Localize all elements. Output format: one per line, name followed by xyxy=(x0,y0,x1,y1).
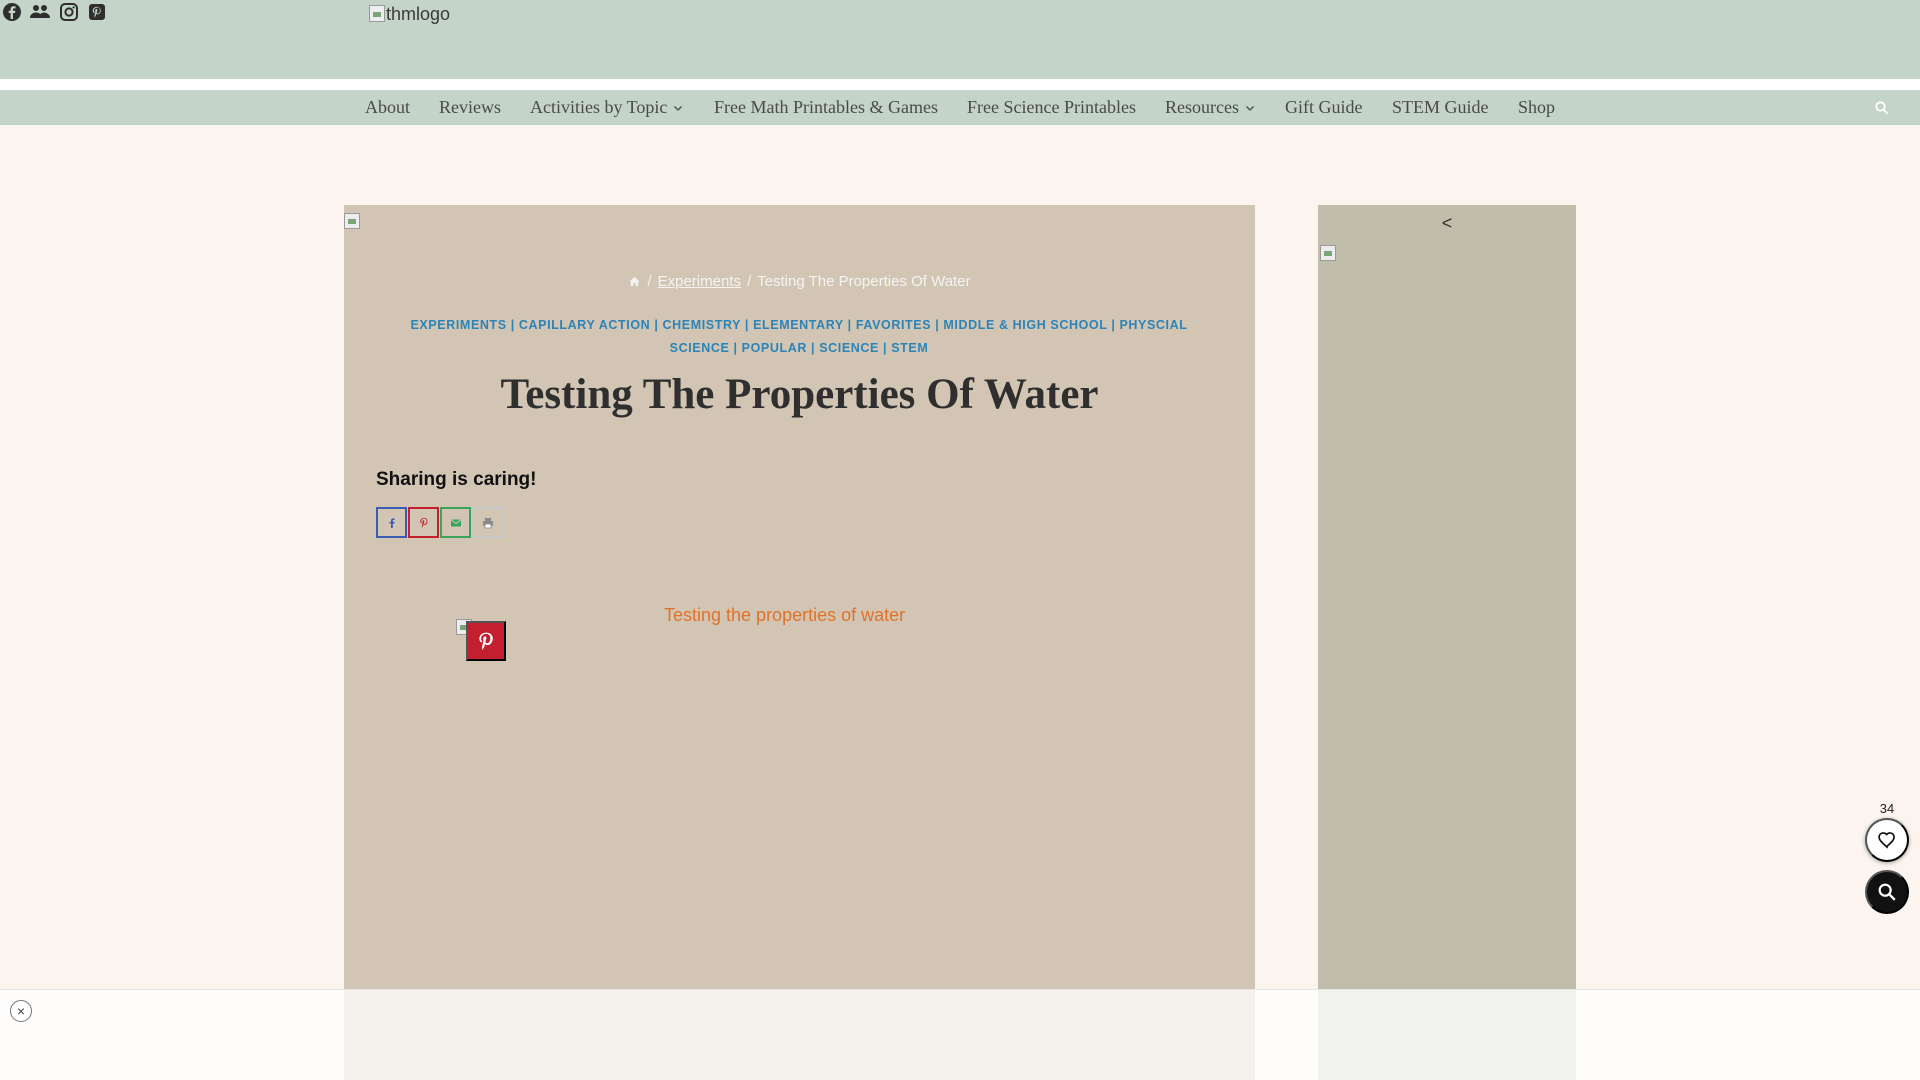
nav-item-label: Free Science Printables xyxy=(967,97,1136,117)
heart-icon xyxy=(1878,832,1895,849)
nav-item-label: About xyxy=(365,97,410,117)
nav-item-free-science-printables[interactable]: Free Science Printables xyxy=(967,90,1136,125)
nav-item-label: Resources xyxy=(1165,97,1239,117)
social-links xyxy=(0,0,1920,29)
page-title: Testing The Properties Of Water xyxy=(500,371,1099,418)
sidebar: < xyxy=(1318,205,1576,1080)
share-pinterest-button[interactable] xyxy=(408,507,439,538)
print-icon xyxy=(482,517,493,528)
share-email-button[interactable] xyxy=(440,507,471,538)
breadcrumb-separator: / xyxy=(746,273,752,290)
nav-item-label: Gift Guide xyxy=(1285,97,1363,117)
pinterest-icon xyxy=(419,517,427,527)
breadcrumb: / Experiments / Testing The Properties O… xyxy=(344,273,1255,290)
print-button[interactable] xyxy=(472,507,503,538)
search-icon[interactable] xyxy=(1874,100,1890,116)
share-buttons xyxy=(376,507,503,538)
nav-item-stem-guide[interactable]: STEM Guide xyxy=(1392,90,1489,125)
primary-nav: About Reviews Activities by Topic Free M… xyxy=(0,90,1920,125)
nav-item-reviews[interactable]: Reviews xyxy=(439,90,501,125)
logo-alt-text: thmlogo xyxy=(386,4,451,24)
sidebar-arrow[interactable]: < xyxy=(1318,213,1576,234)
nav-item-label: STEM Guide xyxy=(1392,97,1489,117)
hero-image-alt-text: Testing the properties of water xyxy=(664,605,906,625)
favorite-button[interactable] xyxy=(1865,818,1909,862)
broken-image-icon xyxy=(344,213,360,229)
nav-item-gift-guide[interactable]: Gift Guide xyxy=(1285,90,1362,125)
nav-item-label: Reviews xyxy=(439,97,501,117)
nav-item-about[interactable]: About xyxy=(365,90,410,125)
article-card: / Experiments / Testing The Properties O… xyxy=(344,205,1255,1080)
site-logo[interactable]: thmlogo xyxy=(369,4,450,25)
hero-image[interactable]: Testing the properties of water xyxy=(456,605,1006,665)
breadcrumb-link-experiments[interactable]: Experiments xyxy=(658,273,741,290)
broken-image-icon xyxy=(1320,245,1336,261)
bottom-ad-bar xyxy=(0,989,1920,1080)
floating-search-button[interactable] xyxy=(1865,870,1909,914)
share-facebook-button[interactable] xyxy=(376,507,407,538)
email-icon xyxy=(450,518,461,526)
broken-image-icon xyxy=(369,5,385,22)
nav-item-label: Shop xyxy=(1518,97,1556,117)
pinterest-icon xyxy=(479,632,493,650)
nav-item-free-math-printables[interactable]: Free Math Printables & Games xyxy=(714,90,938,125)
facebook-icon xyxy=(389,517,394,528)
category-links[interactable]: EXPERIMENTS | CAPILLARY ACTION | CHEMIST… xyxy=(399,314,1199,360)
nav-item-label: Activities by Topic xyxy=(530,97,668,117)
instagram-icon[interactable] xyxy=(57,3,85,28)
facebook-group-icon[interactable] xyxy=(28,5,56,28)
nav-item-label: Free Math Printables & Games xyxy=(714,97,938,117)
nav-item-shop[interactable]: Shop xyxy=(1518,90,1555,125)
pinterest-icon[interactable] xyxy=(85,4,109,28)
breadcrumb-separator: / xyxy=(647,273,652,290)
pin-it-button[interactable] xyxy=(466,621,506,661)
home-icon[interactable] xyxy=(628,275,641,288)
search-icon xyxy=(1878,883,1896,901)
close-ad-button[interactable]: × xyxy=(10,1000,32,1022)
nav-item-resources[interactable]: Resources xyxy=(1165,90,1255,125)
breadcrumb-current: Testing The Properties Of Water xyxy=(757,273,971,290)
header-divider xyxy=(0,79,1920,90)
share-heading: Sharing is caring! xyxy=(376,469,537,490)
favorite-count: 34 xyxy=(1879,801,1895,816)
chevron-down-icon xyxy=(674,105,683,111)
nav-item-activities-by-topic[interactable]: Activities by Topic xyxy=(530,90,683,125)
chevron-down-icon xyxy=(1246,105,1254,111)
site-header: thmlogo xyxy=(0,0,1920,79)
facebook-icon[interactable] xyxy=(0,3,28,28)
